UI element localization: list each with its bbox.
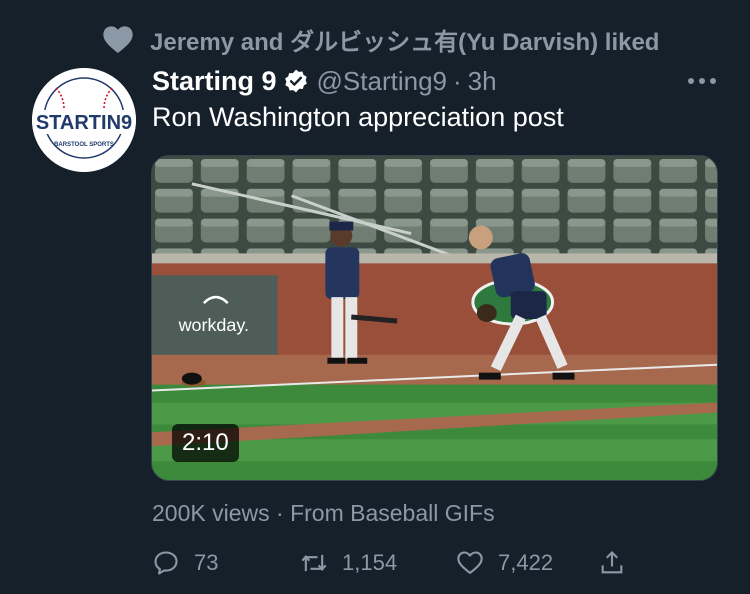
author-handle[interactable]: @Starting9: [317, 66, 447, 97]
reply-icon: [154, 551, 178, 575]
sign-text: workday.: [178, 315, 249, 335]
heart-icon: [103, 26, 133, 53]
tweet-header: Starting 9 @Starting9 · 3h: [152, 62, 497, 100]
more-icon: [688, 78, 716, 84]
starting9-logo: STARTIN9 BARSTOOL SPORTS: [32, 68, 136, 172]
retweet-button[interactable]: 1,154: [300, 549, 456, 577]
retweet-icon: [301, 554, 327, 572]
tweet-timestamp[interactable]: 3h: [468, 66, 497, 97]
like-button[interactable]: 7,422: [456, 549, 598, 577]
share-button[interactable]: [598, 549, 626, 577]
tweet-actions: 73 1,154 7,422: [152, 545, 626, 581]
social-context-text: Jeremy and ダルビッシュ有(Yu Darvish) liked: [150, 28, 660, 56]
video-source[interactable]: From Baseball GIFs: [290, 500, 495, 526]
retweet-count: 1,154: [342, 550, 398, 575]
header-separator: ·: [453, 65, 462, 96]
reply-button[interactable]: 73: [152, 549, 300, 577]
tweet-text: Ron Washington appreciation post: [152, 102, 564, 132]
like-count: 7,422: [498, 550, 554, 575]
views-row: 200K views · From Baseball GIFs: [152, 500, 495, 527]
avatar[interactable]: STARTIN9 BARSTOOL SPORTS: [32, 68, 136, 172]
social-context[interactable]: Jeremy and ダルビッシュ有(Yu Darvish) liked: [102, 22, 659, 56]
author-name[interactable]: Starting 9: [152, 66, 277, 97]
video-player[interactable]: workday. 2:10: [151, 155, 718, 481]
more-options-button[interactable]: [682, 66, 722, 96]
share-icon: [601, 551, 623, 574]
reply-count: 73: [194, 550, 219, 575]
view-count: 200K views: [152, 500, 270, 526]
logo-subtext: BARSTOOL SPORTS: [54, 142, 114, 148]
views-separator: ·: [276, 500, 284, 526]
logo-text: STARTIN9: [36, 112, 132, 134]
like-heart-icon: [457, 551, 483, 574]
video-duration: 2:10: [172, 424, 239, 462]
verified-badge-icon: [284, 69, 307, 93]
